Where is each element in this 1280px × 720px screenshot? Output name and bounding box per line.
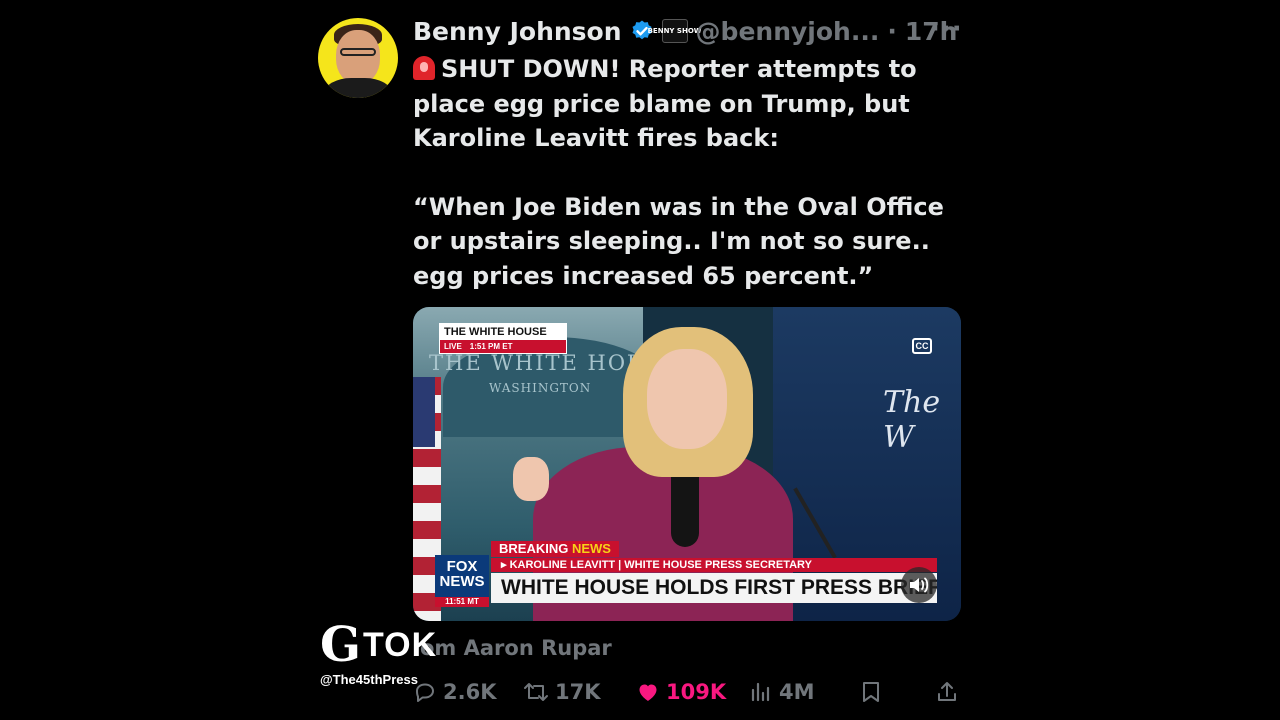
share-icon — [938, 682, 956, 701]
speaker-nameplate: ▸ KAROLINE LEAVITT | WHITE HOUSE PRESS S… — [491, 558, 937, 572]
watermark-logo: G TOK — [320, 620, 437, 670]
network-bug: THE WHITE HOUSE LIVE 1:51 PM ET — [439, 323, 567, 354]
bookmark-icon — [863, 682, 879, 702]
author-name[interactable]: Benny Johnson — [413, 17, 622, 46]
like-count: 109K — [666, 680, 727, 704]
live-label: LIVE — [444, 342, 462, 351]
tweet-text-quote: “When Joe Biden was in the Oval Office o… — [413, 192, 944, 290]
video-player[interactable]: THE WHITE HOUS WASHINGTON The W THE WHIT… — [413, 307, 961, 621]
speaker-face — [647, 349, 727, 449]
views-count: 4M — [779, 680, 815, 704]
tweet-text-line1: SHUT DOWN! Reporter attempts to place eg… — [413, 55, 917, 152]
tweet-text: SHUT DOWN! Reporter attempts to place eg… — [413, 52, 973, 293]
video-source-attribution[interactable]: om Aaron Rupar — [420, 636, 612, 660]
rotating-light-icon — [413, 56, 435, 80]
like-button[interactable]: 109K — [636, 680, 726, 704]
repost-count: 17K — [555, 680, 601, 704]
closed-captions-button[interactable]: CC — [912, 338, 932, 354]
separator-dot: · — [887, 16, 897, 46]
video-bg-arch-subtext: WASHINGTON — [489, 381, 592, 395]
flag-canton — [413, 377, 435, 447]
reply-count: 2.6K — [443, 680, 497, 704]
author-handle[interactable]: @bennyjoh... — [696, 17, 880, 46]
avatar-glasses — [340, 48, 376, 56]
network-bug-live: LIVE 1:51 PM ET — [440, 340, 566, 353]
fox-logo-top: FOX — [446, 558, 478, 575]
bookmark-button[interactable] — [860, 680, 882, 704]
watermark-logo-letter: G — [320, 617, 361, 673]
heart-icon — [639, 684, 657, 701]
news-label: NEWS — [571, 541, 611, 556]
avatar-face — [336, 30, 380, 84]
affiliate-badge-icon[interactable]: BENNY SHOW — [648, 19, 702, 43]
speaker-hand — [513, 457, 549, 501]
repost-icon — [524, 683, 548, 701]
fox-news-logo: FOX NEWS 11:51 MT — [435, 555, 489, 607]
breaking-label: BREAKING — [499, 541, 569, 556]
live-time: 1:51 PM ET — [469, 342, 513, 351]
fox-clock: 11:51 MT — [435, 597, 489, 607]
speaker-shirt — [671, 467, 699, 547]
avatar-body — [324, 78, 392, 98]
tweet-header: Benny Johnson BENNY SHOW @bennyjoh... · … — [413, 14, 957, 48]
watermark-logo-text: TOK — [363, 625, 438, 664]
views-chart-icon — [751, 682, 770, 702]
watermark: G TOK @The45thPress — [320, 620, 437, 687]
fox-logo-bottom: NEWS — [439, 573, 485, 590]
author-avatar[interactable] — [318, 18, 398, 98]
video-bg-right-text: The W — [883, 385, 941, 455]
repost-button[interactable]: 17K — [523, 680, 601, 704]
reply-icon — [416, 683, 434, 702]
tweet-actions: 2.6K 17K 109K 4M — [413, 680, 961, 712]
more-options-icon[interactable]: ··· — [930, 14, 963, 44]
lower-third: FOX NEWS 11:51 MT BREAKING NEWS ▸ KAROLI… — [435, 541, 939, 607]
breaking-news-tag: BREAKING NEWS — [491, 541, 619, 557]
share-button[interactable] — [935, 680, 959, 704]
reply-button[interactable]: 2.6K — [413, 680, 496, 704]
network-bug-title: THE WHITE HOUSE — [440, 324, 566, 340]
views-button[interactable]: 4M — [749, 680, 815, 704]
speaker-icon — [910, 577, 929, 593]
mute-button[interactable] — [901, 567, 937, 603]
chyron-headline: WHITE HOUSE HOLDS FIRST PRESS BRIEFING — [491, 573, 937, 603]
